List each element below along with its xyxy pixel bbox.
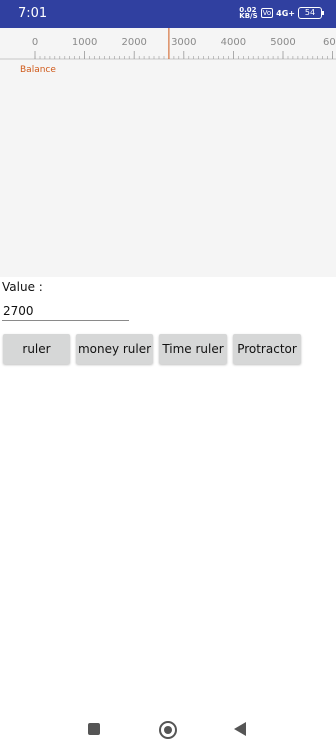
status-bar: 7:01 0.02 KB/S Vo 4G+ 54	[0, 0, 336, 28]
ruler-button[interactable]: ruler	[3, 334, 70, 364]
ruler-tick-label: 1000	[72, 37, 97, 48]
ruler-tick-label: 2000	[121, 37, 146, 48]
ruler-tick-label: 4000	[221, 37, 246, 48]
status-time: 7:01	[18, 6, 48, 21]
signal-icon: 4G+	[276, 8, 295, 18]
ruler-tick-label: 5000	[270, 37, 295, 48]
battery-icon: 54	[298, 7, 324, 19]
value-label: Value :	[2, 280, 43, 294]
status-icons: 0.02 KB/S Vo 4G+ 54	[239, 7, 324, 20]
time-ruler-button[interactable]: Time ruler	[159, 334, 227, 364]
navigation-bar	[0, 705, 336, 750]
protractor-button[interactable]: Protractor	[233, 334, 301, 364]
home-circle-icon[interactable]	[159, 721, 177, 739]
ruler-tick-label: 0	[32, 37, 38, 48]
network-speed: 0.02 KB/S	[239, 7, 258, 20]
value-input[interactable]	[2, 302, 129, 321]
volte-icon: Vo	[260, 8, 274, 18]
ruler-tick-label: 3000	[171, 37, 196, 48]
money-ruler-button[interactable]: money ruler	[76, 334, 153, 364]
ruler-view[interactable]: 0 1000 2000 3000 4000 5000 600 Balance	[0, 28, 336, 277]
back-triangle-icon[interactable]	[234, 722, 246, 736]
ruler-tick-label: 600	[323, 37, 336, 48]
network-speed-unit: KB/S	[239, 12, 258, 20]
recent-apps-square-icon[interactable]	[88, 723, 100, 735]
balance-label: Balance	[20, 65, 56, 75]
